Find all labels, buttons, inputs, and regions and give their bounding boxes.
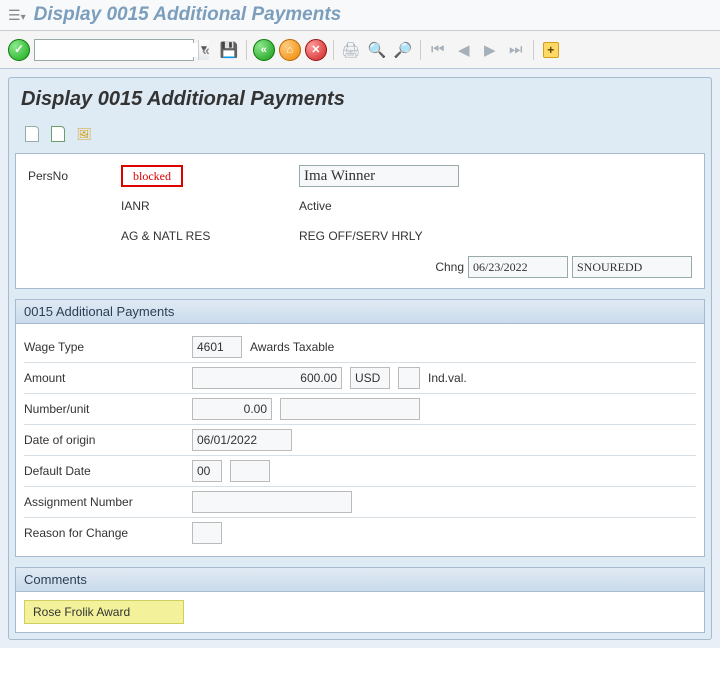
command-input[interactable] bbox=[35, 43, 198, 57]
exit-button[interactable]: ⌂ bbox=[279, 39, 301, 61]
defaultdate-label: Default Date bbox=[24, 464, 184, 478]
main-toolbar: ▼ « 💾 « ⌂ ✕ 🖨 🔍 🔎 ⏮ ◀ ▶ ⏭ + bbox=[0, 31, 720, 69]
status-text: Active bbox=[299, 199, 332, 213]
save-button[interactable]: 💾 bbox=[218, 39, 240, 61]
person-name-field: Ima Winner bbox=[299, 165, 459, 187]
person-info-block: PersNo blocked Ima Winner IANR Active AG… bbox=[15, 153, 705, 289]
blocked-badge: blocked bbox=[121, 165, 183, 187]
numberunit-field[interactable]: 0.00 bbox=[192, 398, 272, 420]
last-page-button[interactable]: ⏭ bbox=[505, 39, 527, 61]
back-button[interactable]: « bbox=[253, 39, 275, 61]
indval-box[interactable] bbox=[398, 367, 420, 389]
content-area: Display 0015 Additional Payments 🖼 PersN… bbox=[0, 69, 720, 648]
find-button[interactable]: 🔍 bbox=[366, 39, 388, 61]
amount-label: Amount bbox=[24, 371, 184, 385]
comments-section-header: Comments bbox=[15, 567, 705, 591]
wagetype-code-field[interactable]: 4601 bbox=[192, 336, 242, 358]
panel-title: Display 0015 Additional Payments bbox=[15, 84, 705, 119]
collapse-icon[interactable]: « bbox=[202, 42, 210, 58]
chng-label: Chng bbox=[435, 260, 464, 274]
panel-toolbar: 🖼 bbox=[15, 119, 705, 149]
indval-label: Ind.val. bbox=[428, 371, 467, 385]
unit-field[interactable] bbox=[280, 398, 420, 420]
menu-icon[interactable]: ☰▾ bbox=[8, 7, 26, 24]
chng-user-field: SNOUREDD bbox=[572, 256, 692, 278]
reason-label: Reason for Change bbox=[24, 526, 184, 540]
payments-section-body: Wage Type 4601 Awards Taxable Amount 600… bbox=[15, 323, 705, 557]
org1-text: IANR bbox=[121, 199, 291, 213]
ok-button[interactable] bbox=[8, 39, 30, 61]
wagetype-text: Awards Taxable bbox=[250, 340, 334, 354]
defaultdate-extra-field[interactable] bbox=[230, 460, 270, 482]
assignment-label: Assignment Number bbox=[24, 495, 184, 509]
command-field[interactable]: ▼ bbox=[34, 39, 194, 61]
print-button[interactable]: 🖨 bbox=[340, 39, 362, 61]
defaultdate-field[interactable]: 00 bbox=[192, 460, 222, 482]
first-page-button[interactable]: ⏮ bbox=[427, 39, 449, 61]
position-text: REG OFF/SERV HRLY bbox=[299, 229, 423, 243]
amount-field[interactable]: 600.00 bbox=[192, 367, 342, 389]
app-title-bar: ☰▾ Display 0015 Additional Payments bbox=[0, 0, 720, 31]
comment-text: Rose Frolik Award bbox=[24, 600, 184, 624]
dateorigin-field[interactable]: 06/01/2022 bbox=[192, 429, 292, 451]
assignment-field[interactable] bbox=[192, 491, 352, 513]
org2-text: AG & NATL RES bbox=[121, 229, 291, 243]
comments-section-body: Rose Frolik Award bbox=[15, 591, 705, 633]
app-title: Display 0015 Additional Payments bbox=[34, 4, 342, 26]
dateorigin-label: Date of origin bbox=[24, 433, 184, 447]
reason-field[interactable] bbox=[192, 522, 222, 544]
find-next-button[interactable]: 🔎 bbox=[392, 39, 414, 61]
payments-section-header: 0015 Additional Payments bbox=[15, 299, 705, 323]
prev-page-button[interactable]: ◀ bbox=[453, 39, 475, 61]
wagetype-label: Wage Type bbox=[24, 340, 184, 354]
new-session-button[interactable]: + bbox=[540, 39, 562, 61]
numberunit-label: Number/unit bbox=[24, 402, 184, 416]
chng-date-field: 06/23/2022 bbox=[468, 256, 568, 278]
copy-icon[interactable] bbox=[47, 123, 69, 145]
persno-label: PersNo bbox=[28, 169, 113, 183]
next-page-button[interactable]: ▶ bbox=[479, 39, 501, 61]
cancel-button[interactable]: ✕ bbox=[305, 39, 327, 61]
main-panel: Display 0015 Additional Payments 🖼 PersN… bbox=[8, 77, 712, 640]
currency-field[interactable]: USD bbox=[350, 367, 390, 389]
create-icon[interactable] bbox=[21, 123, 43, 145]
overview-icon[interactable]: 🖼 bbox=[73, 123, 95, 145]
